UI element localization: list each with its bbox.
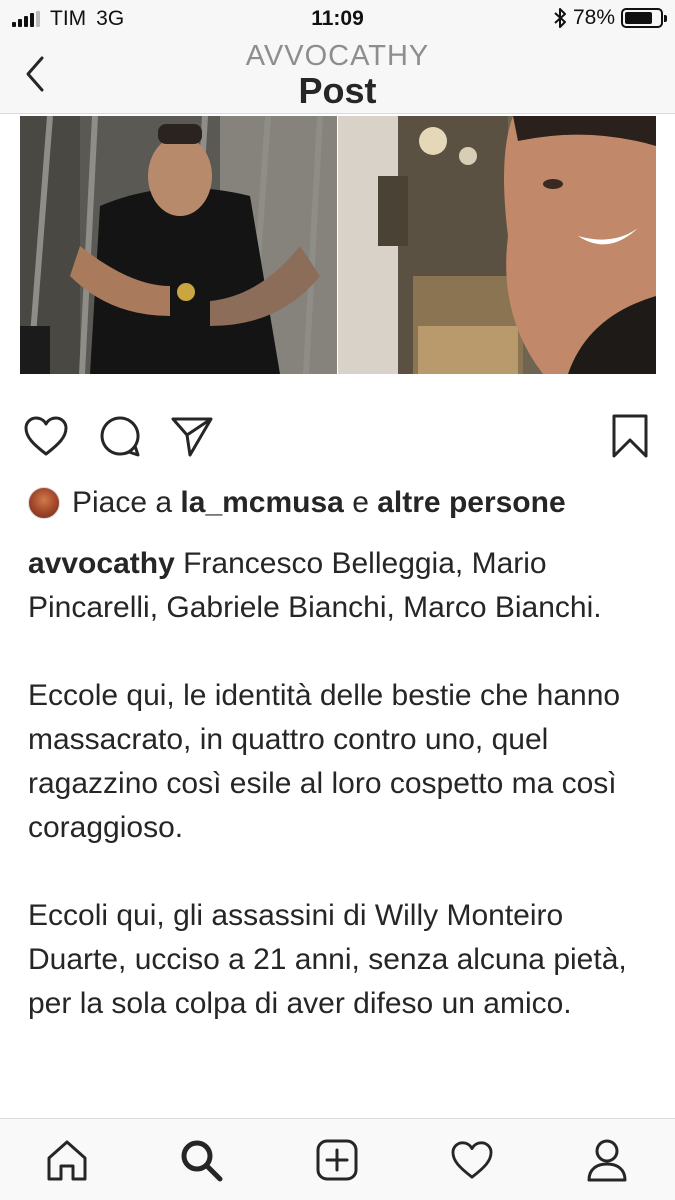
photo-left-art bbox=[20, 116, 337, 374]
likes-others[interactable]: altre persone bbox=[377, 486, 565, 520]
heart-icon bbox=[451, 1141, 493, 1179]
post-actions bbox=[0, 412, 675, 464]
paper-plane-icon bbox=[171, 417, 213, 457]
status-bar: TIM 3G 11:09 78% bbox=[0, 0, 675, 38]
caption-paragraph-1: avvocathy Francesco Belleggia, Mario Pin… bbox=[28, 542, 658, 630]
liker-username[interactable]: la_mcmusa bbox=[180, 486, 343, 520]
likes-summary[interactable]: Piace a la_mcmusa e altre persone bbox=[28, 486, 566, 520]
comment-button[interactable] bbox=[96, 412, 144, 460]
home-icon bbox=[47, 1140, 87, 1181]
comment-bubble-icon bbox=[100, 416, 140, 457]
likes-conjunction: e bbox=[352, 486, 369, 519]
bluetooth-icon bbox=[554, 8, 566, 28]
tab-new-post[interactable] bbox=[314, 1137, 360, 1183]
share-button[interactable] bbox=[168, 412, 216, 460]
likes-prefix: Piace a bbox=[72, 486, 173, 519]
battery-level bbox=[625, 12, 652, 24]
search-icon bbox=[181, 1140, 223, 1182]
battery-icon bbox=[621, 8, 667, 28]
post-photo-left[interactable] bbox=[20, 116, 337, 374]
tab-home[interactable] bbox=[44, 1137, 90, 1183]
photo-right-art bbox=[338, 116, 656, 374]
avatar bbox=[28, 487, 60, 519]
add-square-icon bbox=[316, 1139, 358, 1181]
header-username[interactable]: AVVOCATHY bbox=[0, 40, 675, 73]
bookmark-icon bbox=[612, 414, 648, 458]
battery-percent: 78% bbox=[572, 6, 615, 29]
post-photo-right[interactable] bbox=[338, 116, 656, 374]
post-caption: avvocathy Francesco Belleggia, Mario Pin… bbox=[28, 542, 658, 1070]
heart-icon bbox=[24, 416, 68, 456]
post-header: AVVOCATHY Post bbox=[0, 38, 675, 114]
tab-profile[interactable] bbox=[584, 1137, 630, 1183]
caption-paragraph-2: Eccole qui, le identità delle bestie che… bbox=[28, 679, 621, 844]
caption-author[interactable]: avvocathy bbox=[28, 547, 175, 580]
bottom-tab-bar bbox=[0, 1118, 675, 1200]
status-right: 78% bbox=[553, 6, 667, 30]
tab-search[interactable] bbox=[178, 1137, 224, 1183]
like-button[interactable] bbox=[22, 412, 70, 460]
tab-activity[interactable] bbox=[449, 1137, 495, 1183]
caption-paragraph-3: Eccoli qui, gli assassini di Willy Monte… bbox=[28, 899, 627, 1020]
person-icon bbox=[587, 1139, 627, 1182]
page-title: Post bbox=[298, 70, 377, 111]
save-button[interactable] bbox=[606, 412, 654, 460]
